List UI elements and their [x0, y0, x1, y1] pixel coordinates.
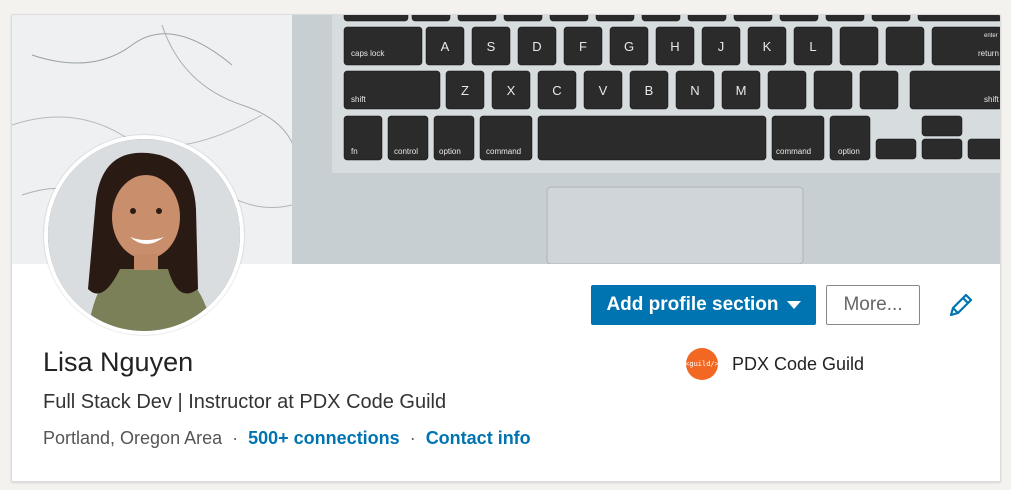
caret-down-icon	[786, 301, 801, 309]
pencil-icon	[949, 293, 973, 317]
profile-actions: Add profile section More...	[591, 285, 976, 325]
key-label-g: G	[624, 39, 634, 54]
key-label-h: H	[670, 39, 679, 54]
key-label-x: X	[507, 83, 516, 98]
key-label-z: Z	[461, 83, 469, 98]
key-label-s: S	[487, 39, 496, 54]
separator-dot: ·	[409, 428, 416, 448]
key-label-j: J	[718, 39, 725, 54]
shift-key-label-right: shift	[984, 95, 999, 104]
connections-link[interactable]: 500+ connections	[248, 428, 400, 449]
key-label-c: C	[552, 83, 561, 98]
profile-card: caps lock shift shift return enter fn co…	[11, 14, 1001, 482]
key-label-a: A	[441, 39, 450, 54]
separator-dot: ·	[232, 428, 239, 448]
key-label-b: B	[645, 83, 654, 98]
key-label-d: D	[532, 39, 541, 54]
contact-info-link[interactable]: Contact info	[426, 428, 531, 449]
key-label-k: K	[763, 39, 772, 54]
profile-avatar[interactable]	[44, 135, 244, 335]
edit-profile-button[interactable]	[946, 290, 976, 320]
fn-key-label: fn	[351, 147, 358, 156]
shift-key-label-left: shift	[351, 95, 366, 104]
enter-key-label: enter	[984, 33, 998, 39]
profile-meta: Portland, Oregon Area · 500+ connections…	[43, 428, 531, 449]
add-profile-section-label: Add profile section	[606, 294, 779, 315]
key-label-v: V	[599, 83, 608, 98]
control-key-label: control	[394, 147, 418, 156]
current-company[interactable]: <guild/> PDX Code Guild	[685, 348, 865, 380]
profile-location: Portland, Oregon Area	[43, 428, 223, 448]
profile-headline: Full Stack Dev | Instructor at PDX Code …	[43, 391, 447, 413]
command-key-label-left: command	[486, 147, 521, 156]
company-name: PDX Code Guild	[732, 353, 865, 374]
caps-lock-key-label: caps lock	[351, 49, 385, 58]
return-key-label: return	[978, 49, 999, 58]
key-label-f: F	[579, 39, 587, 54]
more-button[interactable]: More...	[826, 285, 920, 325]
key-label-n: N	[690, 83, 699, 98]
command-key-label-right: command	[776, 147, 811, 156]
profile-name: Lisa Nguyen	[43, 347, 194, 377]
company-logo: <guild/>	[685, 348, 719, 380]
option-key-label-right: option	[838, 147, 860, 156]
avatar-photo	[48, 139, 240, 331]
key-label-l: L	[809, 39, 816, 54]
add-profile-section-button[interactable]: Add profile section	[591, 285, 816, 325]
option-key-label-left: option	[439, 147, 461, 156]
key-label-m: M	[736, 83, 747, 98]
